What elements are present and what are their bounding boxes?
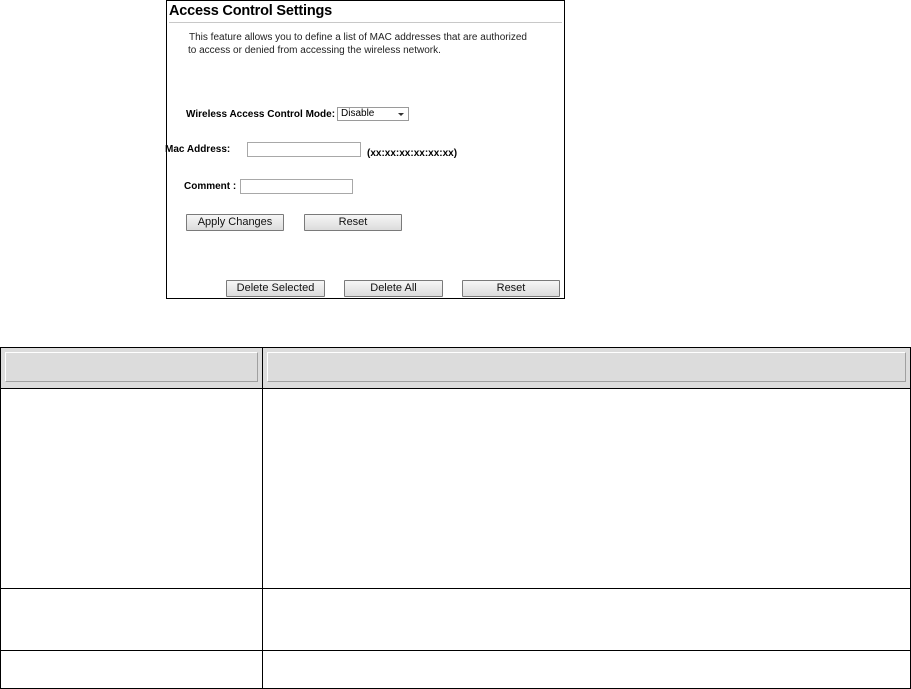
table-row bbox=[1, 389, 910, 588]
access-control-panel: Access Control Settings This feature all… bbox=[165, 0, 565, 299]
mac-label: Mac Address: bbox=[165, 144, 231, 155]
reset-list-button[interactable]: Reset bbox=[462, 280, 560, 297]
mac-format-hint: (xx:xx:xx:xx:xx:xx) bbox=[367, 148, 458, 159]
comment-label: Comment : bbox=[184, 181, 237, 192]
apply-changes-button[interactable]: Apply Changes bbox=[186, 214, 284, 231]
title-divider bbox=[169, 22, 562, 23]
table-row bbox=[1, 651, 910, 688]
description-table bbox=[0, 347, 911, 689]
intro-line-2: to access or denied from accessing the w… bbox=[188, 45, 441, 56]
delete-selected-button[interactable]: Delete Selected bbox=[226, 280, 325, 297]
intro-line-1: This feature allows you to define a list… bbox=[189, 32, 527, 43]
reset-button[interactable]: Reset bbox=[304, 214, 402, 231]
chevron-down-icon bbox=[398, 113, 404, 116]
access-mode-value: Disable bbox=[341, 108, 375, 119]
mode-label: Wireless Access Control Mode: bbox=[186, 109, 336, 120]
table-header-cell-1 bbox=[5, 352, 258, 382]
access-mode-select[interactable]: Disable bbox=[337, 107, 409, 121]
panel-title: Access Control Settings bbox=[169, 3, 332, 19]
comment-input[interactable] bbox=[240, 179, 353, 194]
table-row bbox=[1, 589, 910, 650]
mac-address-input[interactable] bbox=[247, 142, 361, 157]
intro-text: This feature allows you to define a list… bbox=[188, 31, 559, 57]
delete-all-button[interactable]: Delete All bbox=[344, 280, 443, 297]
table-header-cell-2 bbox=[267, 352, 906, 382]
table-header bbox=[1, 348, 910, 388]
